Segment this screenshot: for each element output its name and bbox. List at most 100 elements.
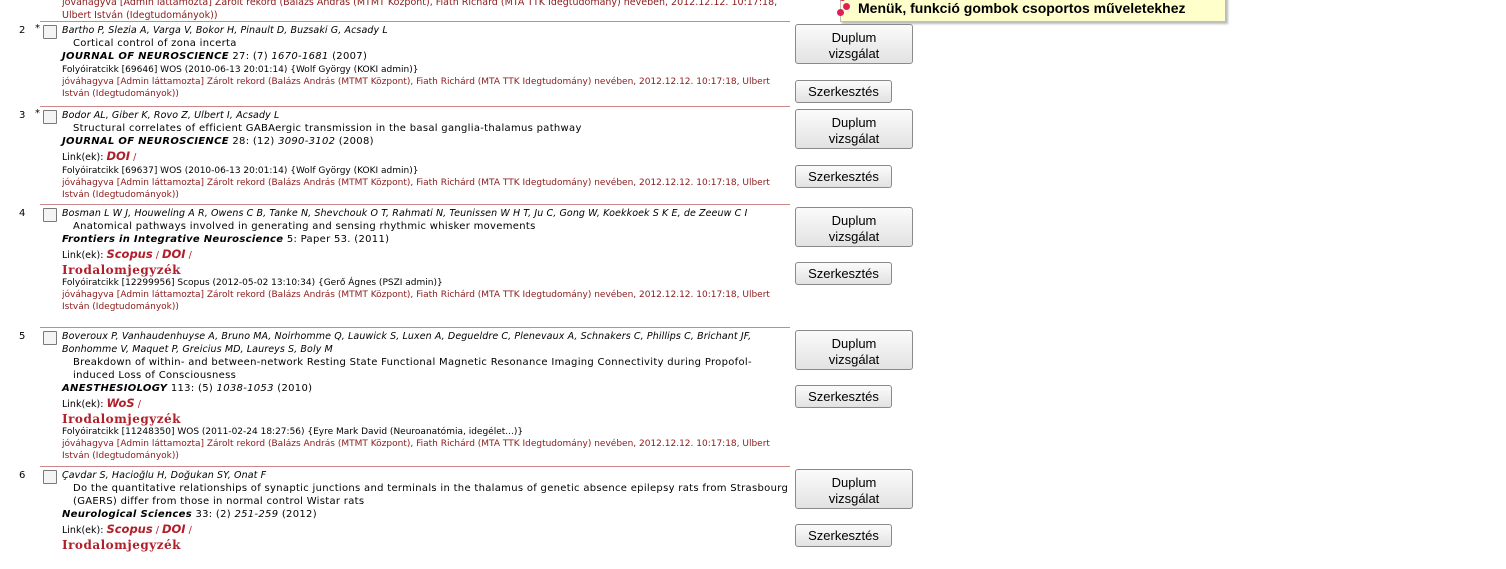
record-content: Bosman L W J, Houweling A R, Owens C B, … — [62, 207, 790, 313]
duplicate-label-1: Duplum — [831, 474, 877, 490]
record-approval-status: jóváhagyva [Admin láttamozta] Zárolt rek… — [62, 77, 770, 99]
record-approval-status: jóváhagyva [Admin láttamozta] Zárolt rek… — [62, 178, 770, 200]
record-checkbox[interactable] — [43, 470, 57, 484]
record-authors: Çavdar S, Hacioğlu H, Doğukan SY, Onat F — [62, 470, 267, 481]
record-divider — [40, 327, 790, 328]
journal-volume: 33 — [195, 509, 209, 520]
record-row: 5 Boveroux P, Vanhaudenhuyse A, Bruno MA,… — [0, 330, 930, 467]
record-approval-status: jóváhagyva [Admin láttamozta] Zárolt rek… — [62, 290, 770, 312]
bibliography-link[interactable]: Irodalomjegyzék — [62, 263, 790, 277]
record-title[interactable]: Cortical control of zona incerta — [62, 37, 790, 50]
link-separator: / — [185, 250, 192, 261]
marked-star: * — [35, 23, 40, 34]
link-doi[interactable]: DOI — [106, 149, 130, 163]
duplicate-label-2: vizsgálat — [828, 45, 880, 61]
previous-record-status: jóváhagyva [Admin láttamozta] Zárolt rek… — [62, 0, 778, 21]
record-authors: Bodor AL, Giber K, Rovo Z, Ulbert I, Acs… — [62, 110, 280, 121]
group-actions-tooltip: Menük, funkció gombok csoportos művelete… — [837, 0, 1226, 22]
record-row: 4 Bosman L W J, Houweling A R, Owens C B,… — [0, 207, 930, 328]
links-label: Link(ek): — [62, 525, 104, 536]
record-links: Link(ek): Scopus / DOI / — [62, 247, 790, 263]
duplicate-label-2: vizsgálat — [828, 228, 880, 244]
record-meta: Folyóiratcikk [69637] WOS (2010-06-13 20… — [62, 166, 419, 176]
duplicate-label-1: Duplum — [831, 335, 877, 351]
journal-pages: 3090-3102 — [278, 136, 336, 147]
link-doi[interactable]: DOI — [162, 522, 186, 536]
record-checkbox[interactable] — [43, 25, 57, 39]
journal-pages: 251-259 — [234, 509, 279, 520]
record-links: Link(ek): DOI / — [62, 149, 790, 165]
journal-issue: : Paper 53. — [293, 234, 351, 245]
record-title[interactable]: Structural correlates of efficient GABAe… — [62, 122, 790, 135]
record-approval-status: jóváhagyva [Admin láttamozta] Zárolt rek… — [62, 439, 770, 461]
journal-name: ANESTHESIOLOGY — [62, 383, 168, 394]
links-label: Link(ek): — [62, 250, 104, 261]
duplicate-label-1: Duplum — [831, 114, 877, 130]
record-divider — [40, 21, 790, 22]
record-title[interactable]: Breakdown of within- and between-network… — [62, 356, 790, 382]
journal-year: (2007) — [332, 51, 368, 62]
journal-year: (2008) — [338, 136, 374, 147]
edit-button[interactable]: Szerkesztés — [795, 524, 892, 547]
journal-issue: : (5) — [190, 383, 214, 394]
tooltip-pointer-icon — [843, 3, 850, 10]
marked-star: * — [35, 108, 40, 119]
record-title[interactable]: Anatomical pathways involved in generati… — [62, 220, 790, 233]
link-doi[interactable]: DOI — [162, 247, 186, 261]
duplicate-check-button[interactable]: Duplum vizsgálat — [795, 24, 913, 64]
edit-button[interactable]: Szerkesztés — [795, 165, 892, 188]
duplicate-check-button[interactable]: Duplum vizsgálat — [795, 469, 913, 509]
record-meta: Folyóiratcikk [69646] WOS (2010-06-13 20… — [62, 65, 419, 75]
link-separator: / — [152, 525, 162, 536]
record-row: 3 * Bodor AL, Giber K, Rovo Z, Ulbert I, A… — [0, 108, 930, 205]
link-scopus[interactable]: Scopus — [106, 522, 152, 536]
record-divider — [40, 466, 790, 467]
bibliography-link[interactable]: Irodalomjegyzék — [62, 412, 790, 426]
duplicate-label-2: vizsgálat — [828, 130, 880, 146]
record-checkbox[interactable] — [43, 110, 57, 124]
record-content: Bodor AL, Giber K, Rovo Z, Ulbert I, Acs… — [62, 109, 790, 201]
link-separator: / — [152, 250, 162, 261]
duplicate-label-2: vizsgálat — [828, 490, 880, 506]
journal-issue: : (2) — [208, 509, 231, 520]
record-journal: ANESTHESIOLOGY 113: (5) 1038-1053 (2010) — [62, 382, 790, 396]
record-title[interactable]: Do the quantitative relationships of syn… — [62, 482, 790, 508]
edit-button[interactable]: Szerkesztés — [795, 385, 892, 408]
journal-pages: 1670-1681 — [271, 51, 329, 62]
journal-name: JOURNAL OF NEUROSCIENCE — [62, 136, 229, 147]
record-authors: Bosman L W J, Houweling A R, Owens C B, … — [62, 208, 748, 219]
journal-year: (2011) — [354, 234, 390, 245]
link-separator: / — [185, 525, 192, 536]
duplicate-check-button[interactable]: Duplum vizsgálat — [795, 330, 913, 370]
journal-name: Neurological Sciences — [62, 509, 192, 520]
record-number: 6 — [19, 470, 26, 481]
link-scopus[interactable]: Scopus — [106, 247, 152, 261]
edit-button[interactable]: Szerkesztés — [795, 80, 892, 103]
record-checkbox[interactable] — [43, 331, 57, 345]
duplicate-check-button[interactable]: Duplum vizsgálat — [795, 109, 913, 149]
links-label: Link(ek): — [62, 152, 104, 163]
record-authors: Boveroux P, Vanhaudenhuyse A, Bruno MA, … — [62, 331, 752, 355]
record-number: 2 — [19, 25, 26, 36]
duplicate-label-1: Duplum — [831, 212, 877, 228]
journal-volume: 27 — [232, 51, 246, 62]
bibliography-link[interactable]: Irodalomjegyzék — [62, 538, 790, 552]
record-divider — [40, 106, 790, 107]
journal-name: JOURNAL OF NEUROSCIENCE — [62, 51, 229, 62]
duplicate-check-button[interactable]: Duplum vizsgálat — [795, 207, 913, 247]
record-authors: Bartho P, Slezia A, Varga V, Bokor H, Pi… — [62, 25, 388, 36]
record-journal: JOURNAL OF NEUROSCIENCE 27: (7) 1670-168… — [62, 50, 790, 64]
journal-volume: 5 — [286, 234, 294, 245]
record-links: Link(ek): WoS / — [62, 396, 790, 412]
edit-button[interactable]: Szerkesztés — [795, 262, 892, 285]
record-number: 3 — [19, 110, 26, 121]
record-links: Link(ek): Scopus / DOI / — [62, 522, 790, 538]
link-separator: / — [130, 152, 137, 163]
duplicate-label-1: Duplum — [831, 29, 877, 45]
record-checkbox[interactable] — [43, 208, 57, 222]
record-journal: JOURNAL OF NEUROSCIENCE 28: (12) 3090-31… — [62, 135, 790, 149]
journal-year: (2012) — [281, 509, 317, 520]
link-wos[interactable]: WoS — [106, 396, 134, 410]
record-meta: Folyóiratcikk [11248350] WOS (2011-02-24… — [62, 427, 524, 437]
record-number: 5 — [19, 331, 26, 342]
